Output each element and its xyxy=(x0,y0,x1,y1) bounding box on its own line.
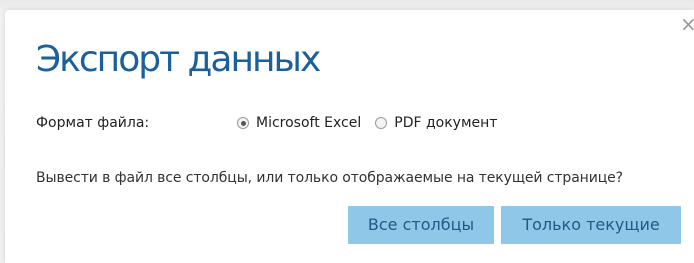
export-question: Вывести в файл все столбцы, или только о… xyxy=(36,170,624,186)
radio-button-excel[interactable] xyxy=(237,117,249,129)
all-columns-button[interactable]: Все столбцы xyxy=(348,206,494,244)
format-radio-group: Microsoft Excel PDF документ xyxy=(237,114,511,132)
radio-option-excel[interactable]: Microsoft Excel xyxy=(237,114,361,132)
radio-button-pdf[interactable] xyxy=(375,117,388,129)
current-columns-button[interactable]: Только текущие xyxy=(501,206,681,244)
format-label: Формат файла: xyxy=(36,115,150,131)
radio-label-excel[interactable]: Microsoft Excel xyxy=(256,114,361,132)
close-icon[interactable]: × xyxy=(680,14,694,34)
dialog-title: Экспорт данных xyxy=(36,39,321,80)
radio-label-pdf[interactable]: PDF документ xyxy=(394,114,497,132)
radio-option-pdf[interactable]: PDF документ xyxy=(375,114,497,132)
